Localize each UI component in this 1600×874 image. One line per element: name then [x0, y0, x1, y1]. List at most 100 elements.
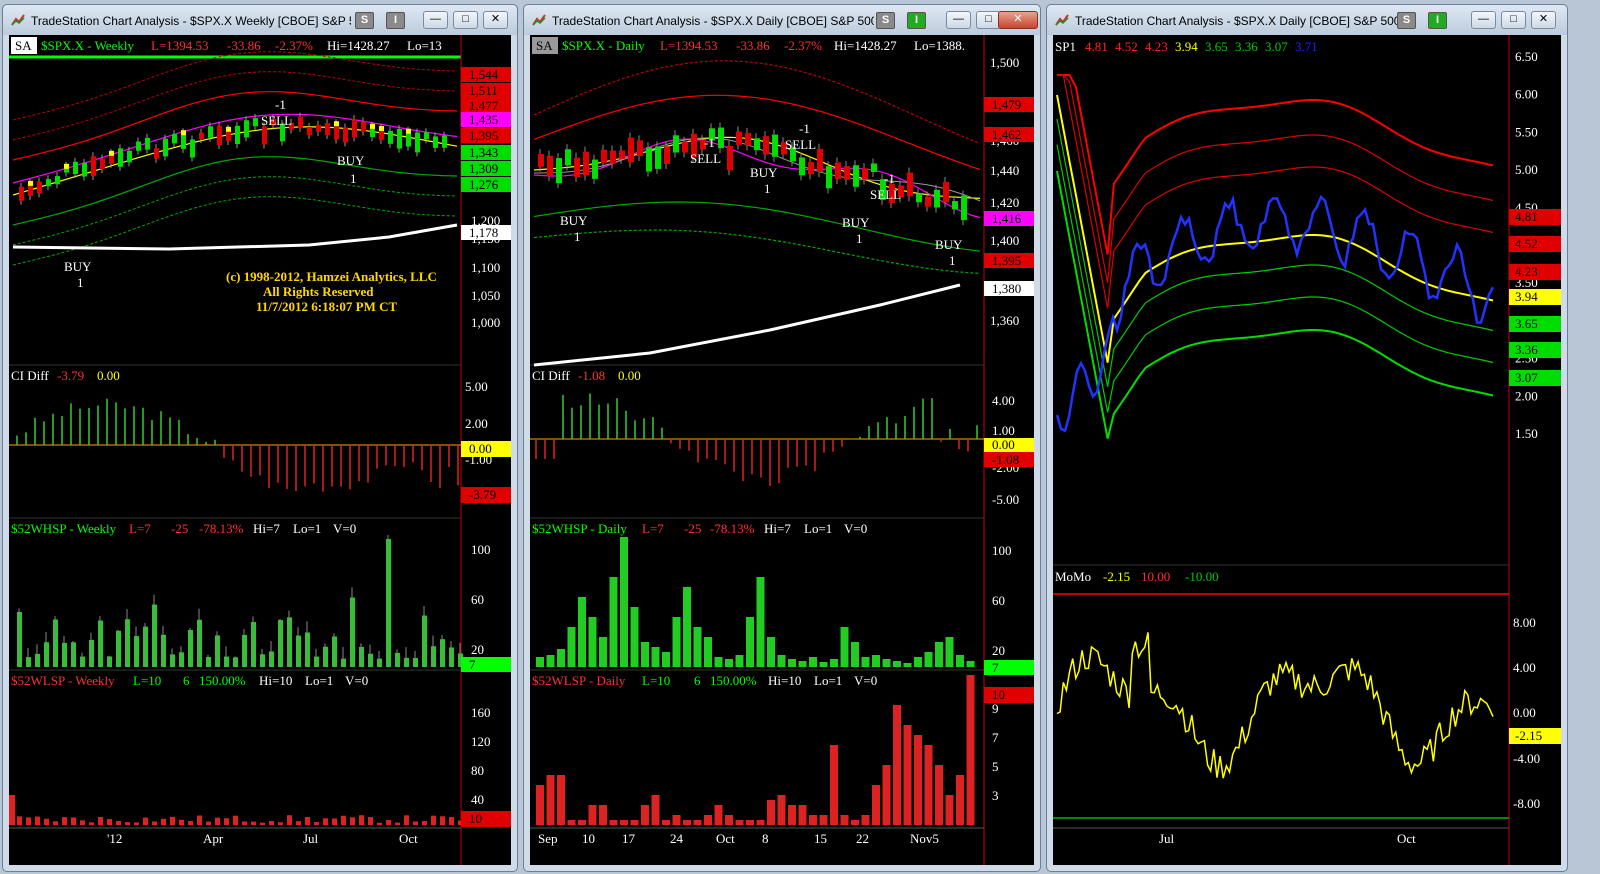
- moving-average-line: [12, 113, 458, 184]
- band-line: [12, 51, 458, 121]
- candle: [799, 157, 805, 176]
- price-axis-label: 1,420: [990, 195, 1019, 210]
- window-title: TradeStation Chart Analysis - $SPX.X Dai…: [1075, 14, 1397, 28]
- lows-bar: [903, 725, 912, 825]
- signal-count: 1: [764, 181, 771, 196]
- sp1-chart-canvas[interactable]: SP1 4.81 4.52 4.23 3.94 3.65 3.36 3.07 3.71 6.5…: [1053, 35, 1561, 865]
- weekly-chart-canvas[interactable]: SA $SPX.X - Weekly L=1394.53 -33.86 -2.3…: [9, 35, 511, 865]
- candle: [352, 119, 357, 138]
- weekly-chart-svg[interactable]: SA $SPX.X - Weekly L=1394.53 -33.86 -2.3…: [9, 35, 511, 865]
- maximize-button[interactable]: □: [1501, 11, 1526, 29]
- candle: [325, 123, 330, 135]
- candle: [217, 125, 222, 145]
- highs-axis-label: 20: [471, 642, 484, 657]
- maximize-button[interactable]: □: [453, 11, 478, 29]
- lows-bar: [693, 820, 702, 825]
- symbol-link-button[interactable]: S: [1397, 12, 1416, 29]
- lows-bar: [956, 775, 964, 825]
- minimize-button[interactable]: —: [1471, 11, 1496, 29]
- sp1-chart-window[interactable]: TradeStation Chart Analysis - $SPX.X Dai…: [1046, 4, 1568, 872]
- candle: [673, 135, 679, 153]
- momo-axis-label: -8.00: [1513, 796, 1540, 811]
- weekly-chart-window[interactable]: TradeStation Chart Analysis - $SPX.X Wee…: [2, 4, 518, 872]
- candle: [361, 121, 366, 132]
- lows-bar: [830, 745, 838, 825]
- lows-bar: [305, 817, 310, 825]
- weekly-price-plot: [12, 51, 458, 266]
- highs-bar: [578, 597, 586, 667]
- lows-bar: [296, 821, 301, 825]
- sp1-chart-svg[interactable]: SP1 4.81 4.52 4.23 3.94 3.65 3.36 3.07 3.71 6.5…: [1053, 35, 1561, 865]
- time-axis-label: 8: [762, 831, 769, 846]
- close-button[interactable]: ✕: [483, 11, 508, 29]
- last-price: L=1394.53: [151, 38, 209, 53]
- candle: [907, 172, 913, 197]
- lows-bar: [651, 795, 660, 825]
- symbol-link-button[interactable]: S: [355, 12, 374, 29]
- candle: [547, 155, 553, 177]
- candle: [253, 118, 258, 127]
- band-line: [12, 156, 458, 226]
- lows-last: L=10: [133, 673, 161, 688]
- close-button[interactable]: ✕: [1531, 11, 1556, 29]
- lows-bar: [80, 820, 85, 825]
- candle: [844, 166, 850, 180]
- lows-lo: Lo=1: [814, 673, 842, 688]
- lows-tag-label: 10: [469, 811, 482, 826]
- highs-change: -25: [684, 521, 701, 536]
- daily-time-axis: Sep 10 17 24 Oct 8 15 22 Nov5: [538, 831, 939, 846]
- ci-axis-label: 2.00: [465, 416, 488, 431]
- minimize-button[interactable]: —: [946, 11, 971, 29]
- ci-diff-zero: 0.00: [97, 368, 120, 383]
- candle: [262, 126, 267, 145]
- price-tag-label: 1,511: [469, 83, 498, 98]
- lows-bar: [924, 745, 933, 825]
- highs-bar: [872, 655, 880, 667]
- momo-axis-label: 4.00: [1513, 660, 1536, 675]
- close-button[interactable]: ✕: [998, 11, 1038, 29]
- time-axis-label: 15: [814, 831, 827, 846]
- lows-bar: [314, 822, 319, 825]
- interval-link-button[interactable]: I: [1428, 12, 1447, 29]
- signal-count: 1: [574, 229, 581, 244]
- highs-bar: [704, 637, 712, 667]
- highs-bar: [588, 617, 597, 667]
- price-tag-label: 1,416: [992, 211, 1022, 226]
- momo-axis-label: -4.00: [1513, 751, 1540, 766]
- signal-label: BUY: [935, 237, 963, 252]
- candle: [952, 201, 958, 210]
- window-title-bar[interactable]: TradeStation Chart Analysis - $SPX.X Wee…: [3, 5, 517, 35]
- change-value: -33.86: [227, 38, 261, 53]
- interval-link-button[interactable]: I: [907, 12, 926, 29]
- highs-bar: [819, 662, 828, 667]
- sp1-tag-label: 4.23: [1515, 264, 1538, 279]
- highs-bar: [714, 657, 723, 667]
- time-axis-label: '12: [107, 831, 122, 846]
- daily-chart-svg[interactable]: SA $SPX.X - Daily L=1394.53 -33.86 -2.37…: [530, 35, 1034, 865]
- time-axis-label: 17: [622, 831, 636, 846]
- window-title-bar[interactable]: TradeStation Chart Analysis - $SPX.X Dai…: [1047, 5, 1567, 35]
- signal-buy-2: BUY: [337, 153, 365, 168]
- lows-bar: [71, 817, 76, 825]
- price-axis-label: 1,400: [990, 233, 1019, 248]
- price-tag-label: 1,309: [469, 161, 498, 176]
- candle: [316, 124, 321, 133]
- sp1-band-line: [1056, 144, 1494, 413]
- lows-hi: Hi=10: [259, 673, 292, 688]
- minimize-button[interactable]: —: [423, 11, 448, 29]
- candle: [244, 120, 249, 138]
- signal-label: SELL: [690, 151, 721, 166]
- daily-chart-window[interactable]: TradeStation Chart Analysis - $SPX.X Dai…: [523, 4, 1041, 872]
- lows-bar: [966, 675, 975, 825]
- signal-count: -1: [884, 171, 895, 186]
- symbol-link-button[interactable]: S: [876, 12, 895, 29]
- candle: [208, 126, 213, 138]
- interval-link-button[interactable]: I: [386, 12, 405, 29]
- highs-bar: [956, 655, 964, 667]
- window-title-bar[interactable]: TradeStation Chart Analysis - $SPX.X Dai…: [524, 5, 1040, 35]
- daily-chart-canvas[interactable]: SA $SPX.X - Daily L=1394.53 -33.86 -2.37…: [530, 35, 1034, 865]
- lows-axis-label: 160: [471, 705, 491, 720]
- lows-bar: [242, 821, 247, 825]
- candle: [136, 141, 141, 151]
- candle-marker: [64, 163, 69, 169]
